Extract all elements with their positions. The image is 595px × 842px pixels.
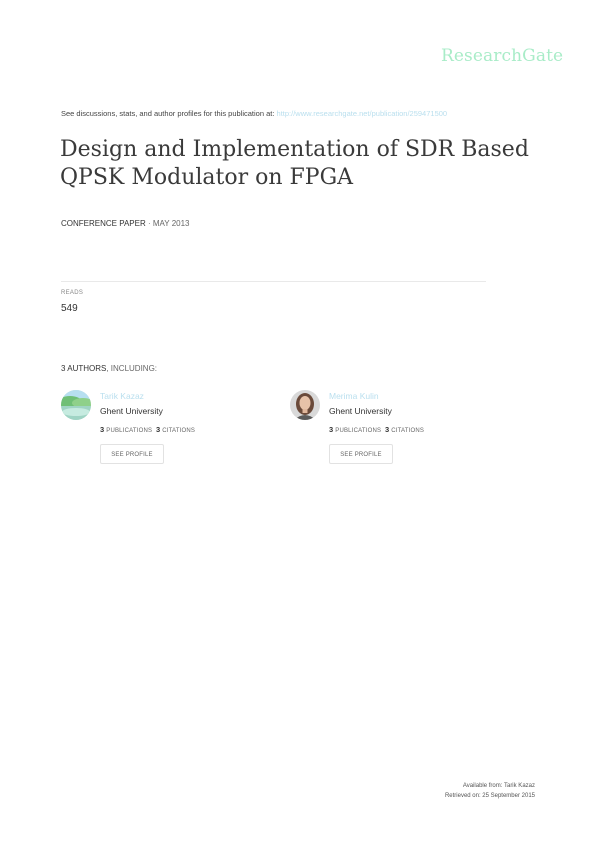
retrieved-on: Retrieved on: 25 September 2015 bbox=[444, 793, 535, 799]
author-card: Tarik Kazaz Ghent University 3 PUBLICATI… bbox=[61, 390, 281, 470]
portrait-avatar-image bbox=[290, 390, 320, 420]
publications-label: PUBLICATIONS bbox=[335, 428, 382, 434]
section-divider bbox=[61, 281, 486, 282]
authors-heading-suffix: , INCLUDING: bbox=[106, 364, 158, 373]
author-institution: Ghent University bbox=[100, 406, 163, 416]
author-name[interactable]: Merima Kulin bbox=[329, 391, 379, 401]
publication-date: MAY 2013 bbox=[152, 219, 190, 228]
publication-link[interactable]: http://www.researchgate.net/publication/… bbox=[277, 109, 448, 118]
citations-label: CITATIONS bbox=[391, 428, 425, 434]
meta-separator: · bbox=[145, 219, 153, 228]
see-profile-button[interactable]: SEE PROFILE bbox=[100, 444, 164, 464]
author-institution: Ghent University bbox=[329, 406, 392, 416]
authors-heading: 3 AUTHORS, INCLUDING: bbox=[61, 364, 157, 373]
citations-count: 3 bbox=[384, 425, 390, 434]
paper-title: Design and Implementation of SDR Based Q… bbox=[60, 137, 529, 190]
publications-count: 3 bbox=[100, 425, 105, 434]
citations-count: 3 bbox=[155, 425, 161, 434]
publication-type: CONFERENCE PAPER bbox=[61, 219, 146, 228]
avatar[interactable] bbox=[290, 390, 320, 420]
discussion-text: See discussions, stats, and author profi… bbox=[61, 109, 277, 118]
available-from: Available from: Tarik Kazaz bbox=[462, 783, 535, 789]
avatar[interactable] bbox=[61, 390, 91, 420]
author-name[interactable]: Tarik Kazaz bbox=[100, 391, 144, 401]
reads-count: 549 bbox=[61, 303, 78, 314]
landscape-avatar-image bbox=[61, 390, 91, 420]
reads-label: READS bbox=[61, 290, 84, 296]
citations-label: CITATIONS bbox=[162, 428, 196, 434]
researchgate-logo[interactable]: ResearchGate bbox=[441, 46, 563, 66]
publications-label: PUBLICATIONS bbox=[106, 428, 153, 434]
publications-count: 3 bbox=[329, 425, 334, 434]
publication-meta: CONFERENCE PAPER · MAY 2013 bbox=[61, 219, 190, 228]
author-stats: 3 PUBLICATIONS 3 CITATIONS bbox=[329, 425, 424, 434]
author-stats: 3 PUBLICATIONS 3 CITATIONS bbox=[100, 425, 195, 434]
authors-count: 3 AUTHORS bbox=[61, 364, 107, 373]
author-card: Merima Kulin Ghent University 3 PUBLICAT… bbox=[290, 390, 510, 470]
see-profile-button[interactable]: SEE PROFILE bbox=[329, 444, 393, 464]
discussion-line: See discussions, stats, and author profi… bbox=[61, 109, 447, 118]
